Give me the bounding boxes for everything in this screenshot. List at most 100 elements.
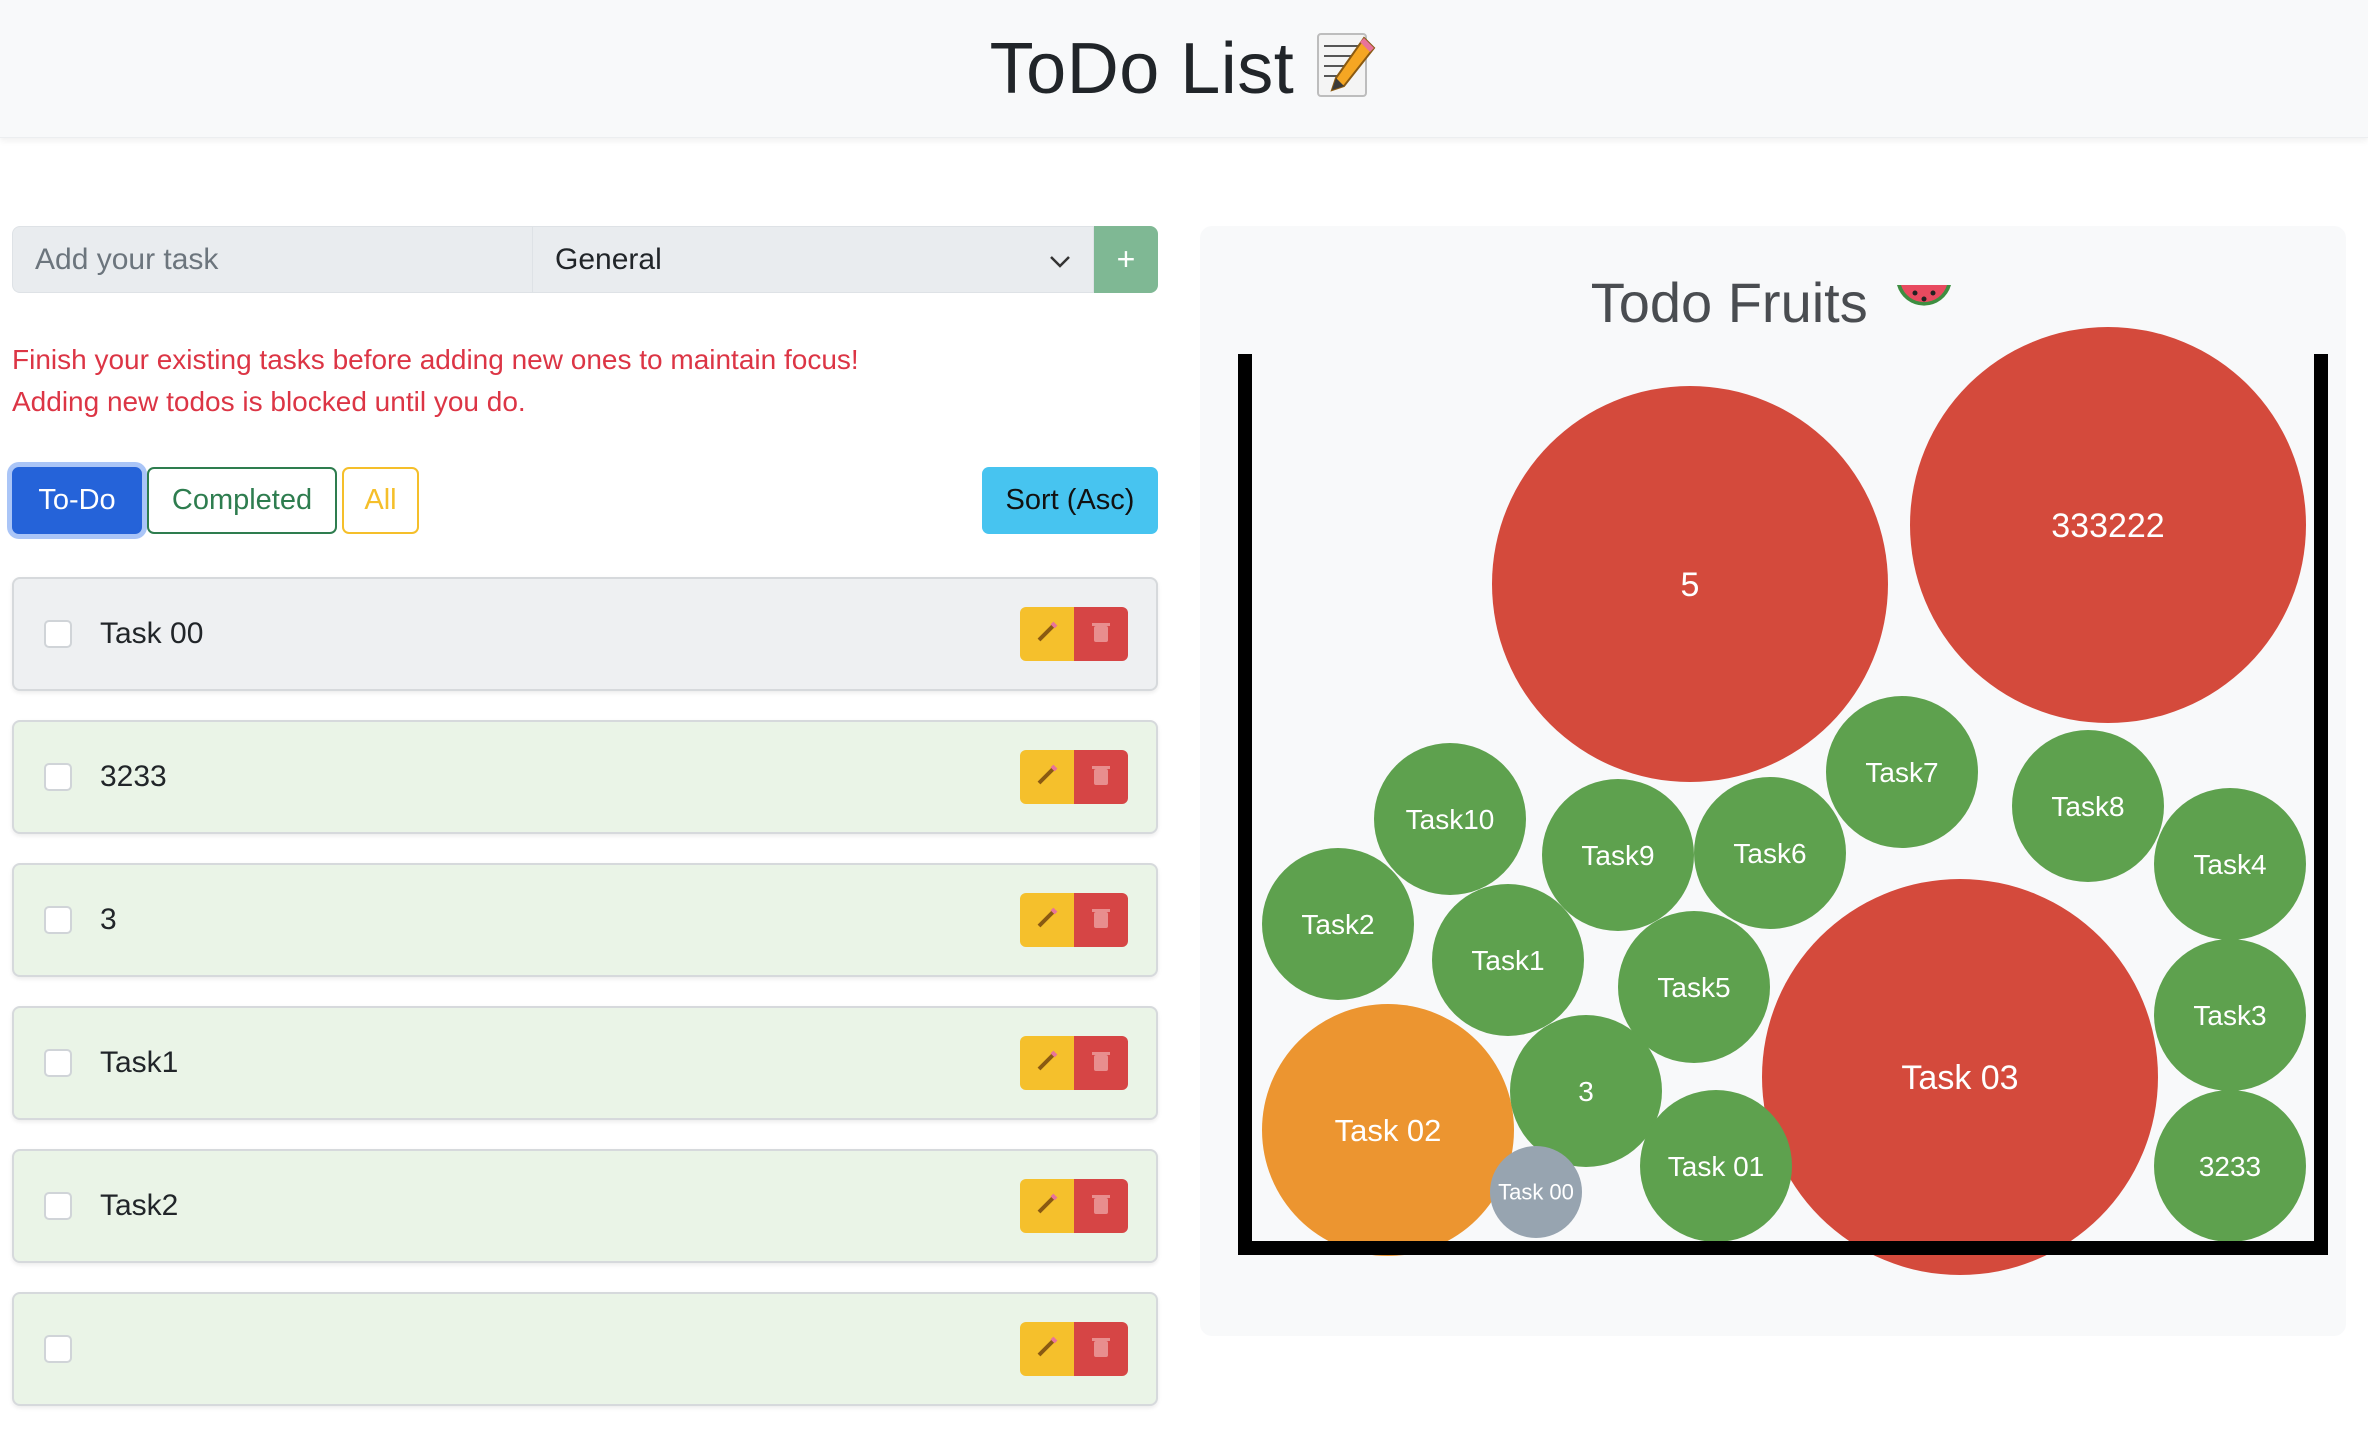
- edit-button[interactable]: [1020, 1036, 1074, 1090]
- trash-icon: [1089, 1191, 1113, 1222]
- fruit-label: Task8: [2051, 791, 2124, 822]
- task-name: Task2: [100, 1189, 179, 1222]
- fruit-task2: Task2: [1262, 848, 1414, 1000]
- tab-completed[interactable]: Completed: [147, 467, 337, 534]
- tab-todo[interactable]: To-Do: [12, 467, 142, 534]
- trash-icon: [1089, 1048, 1113, 1079]
- fruit-5: 5: [1492, 386, 1888, 782]
- category-select[interactable]: General: [532, 226, 1094, 293]
- fruit-label: Task7: [1865, 757, 1938, 788]
- fruit-task-01: Task 01: [1640, 1090, 1792, 1242]
- fruit-333222: 333222: [1910, 327, 2306, 723]
- pencil-icon: [1034, 1048, 1060, 1079]
- task-list: Task 00 3233 3 Task1 Task2: [12, 577, 1158, 1406]
- page-title: ToDo List: [989, 28, 1295, 109]
- fruit-task-00: Task 00: [1490, 1146, 1582, 1238]
- task-item: [12, 1292, 1158, 1406]
- filter-bar: To-Do Completed All Sort (Asc): [12, 467, 1158, 537]
- delete-button[interactable]: [1074, 1179, 1128, 1233]
- edit-button[interactable]: [1020, 607, 1074, 661]
- pencil-icon: [1034, 905, 1060, 936]
- todo-column: Add your task General + Finish your exis…: [12, 226, 1158, 1435]
- fruit-task8: Task8: [2012, 730, 2164, 882]
- fruit-label: Task9: [1581, 840, 1654, 871]
- task-item: Task1: [12, 1006, 1158, 1120]
- task-checkbox[interactable]: [44, 620, 72, 648]
- fruit-label: Task4: [2193, 849, 2266, 880]
- task-actions: [1020, 1036, 1128, 1090]
- edit-button[interactable]: [1020, 1179, 1074, 1233]
- fruit-label: Task 02: [1335, 1113, 1442, 1148]
- fruit-label: Task1: [1471, 945, 1544, 976]
- add-task-form: Add your task General +: [12, 226, 1158, 293]
- fruit-label: Task5: [1657, 972, 1730, 1003]
- pencil-icon: [1034, 762, 1060, 793]
- task-input[interactable]: Add your task: [12, 226, 532, 293]
- task-checkbox[interactable]: [44, 1049, 72, 1077]
- fruit-task9: Task9: [1542, 779, 1694, 931]
- task-item: 3233: [12, 720, 1158, 834]
- task-item: 3: [12, 863, 1158, 977]
- task-checkbox[interactable]: [44, 763, 72, 791]
- task-checkbox[interactable]: [44, 1192, 72, 1220]
- task-checkbox[interactable]: [44, 906, 72, 934]
- trash-icon: [1089, 905, 1113, 936]
- fruit-label: 333222: [2051, 507, 2164, 545]
- fruit-3233: 3233: [2154, 1090, 2306, 1242]
- pencil-icon: [1034, 619, 1060, 650]
- trash-icon: [1089, 619, 1113, 650]
- task-name: 3233: [100, 760, 167, 793]
- delete-button[interactable]: [1074, 1322, 1128, 1376]
- fruits-bin: 5 333222 Task7 Task8 Task10 Task9 Task6 Task4 Ta…: [1238, 327, 2328, 1275]
- delete-button[interactable]: [1074, 607, 1128, 661]
- fruit-label: 5: [1681, 566, 1700, 604]
- task-name: 3: [100, 903, 117, 936]
- app-header: ToDo List: [0, 0, 2368, 138]
- category-value: General: [555, 242, 662, 276]
- fruits-panel: Todo Fruits 5 333222 Task7 Task8 Task10 Task9…: [1200, 226, 2346, 1336]
- fruit-label: Task2: [1301, 909, 1374, 940]
- trash-icon: [1089, 1334, 1113, 1365]
- edit-button[interactable]: [1020, 893, 1074, 947]
- fruit-label: 3: [1578, 1076, 1594, 1107]
- fruit-label: 3233: [2199, 1151, 2261, 1182]
- fruit-label: Task 03: [1901, 1059, 2018, 1097]
- fruit-label: Task 00: [1498, 1180, 1574, 1205]
- fruit-task10: Task10: [1374, 743, 1526, 895]
- task-name: Task1: [100, 1046, 179, 1079]
- chevron-down-icon: [1049, 243, 1071, 277]
- add-task-button[interactable]: +: [1094, 226, 1158, 293]
- focus-warning: Finish your existing tasks before adding…: [12, 339, 1158, 423]
- delete-button[interactable]: [1074, 1036, 1128, 1090]
- task-actions: [1020, 750, 1128, 804]
- delete-button[interactable]: [1074, 893, 1128, 947]
- fruit-task-02: Task 02: [1262, 1004, 1514, 1256]
- task-actions: [1020, 607, 1128, 661]
- fruit-task1: Task1: [1432, 884, 1584, 1036]
- memo-pencil-icon: [1314, 30, 1378, 107]
- fruit-3: 3: [1510, 1015, 1662, 1167]
- fruit-label: Task6: [1733, 838, 1806, 869]
- task-name: Task 00: [100, 617, 204, 650]
- task-actions: [1020, 893, 1128, 947]
- fruit-task-03: Task 03: [1762, 879, 2158, 1275]
- fruit-task7: Task7: [1826, 696, 1978, 848]
- fruit-label: Task10: [1406, 804, 1495, 835]
- edit-button[interactable]: [1020, 1322, 1074, 1376]
- fruit-task3: Task3: [2154, 939, 2306, 1091]
- task-item: Task2: [12, 1149, 1158, 1263]
- warning-line-2: Adding new todos is blocked until you do…: [12, 386, 526, 417]
- task-item: Task 00: [12, 577, 1158, 691]
- warning-line-1: Finish your existing tasks before adding…: [12, 344, 859, 375]
- edit-button[interactable]: [1020, 750, 1074, 804]
- pencil-icon: [1034, 1191, 1060, 1222]
- delete-button[interactable]: [1074, 750, 1128, 804]
- fruit-task4: Task4: [2154, 788, 2306, 940]
- tab-all[interactable]: All: [342, 467, 419, 534]
- fruit-label: Task3: [2193, 1000, 2266, 1031]
- trash-icon: [1089, 762, 1113, 793]
- fruit-label: Task 01: [1668, 1151, 1765, 1182]
- task-checkbox[interactable]: [44, 1335, 72, 1363]
- task-actions: [1020, 1179, 1128, 1233]
- sort-button[interactable]: Sort (Asc): [982, 467, 1158, 534]
